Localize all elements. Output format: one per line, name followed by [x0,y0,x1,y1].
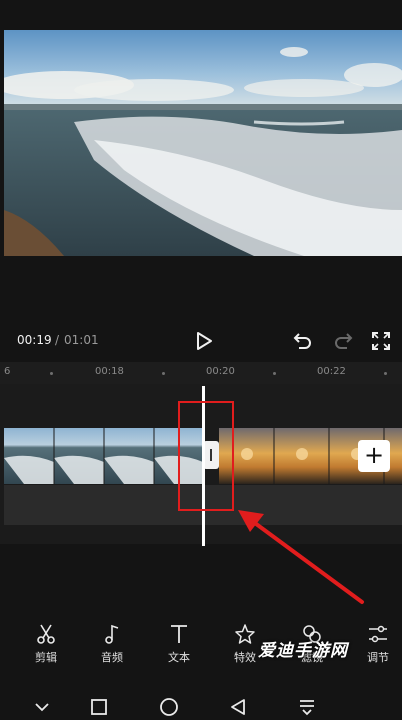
ruler-dot [273,372,276,375]
tool-label: 剪辑 [35,651,57,664]
play-button[interactable] [191,328,217,354]
ruler-tick: 00:20 [206,366,235,377]
tool-label: 音频 [101,651,123,664]
annotation-highlight-box [178,401,234,511]
ruler-dot [50,372,53,375]
nav-home-button[interactable] [158,696,180,718]
undo-icon [293,333,311,349]
clip-thumbnails-sea [4,428,203,484]
watermark-text: 爱迪手游网 [258,641,348,661]
annotation-arrow-icon [238,510,364,604]
system-nav-bar [0,692,402,720]
nav-collapse-button[interactable] [31,696,53,718]
undo-button[interactable] [290,328,316,354]
ruler-tick: 00:22 [317,366,346,377]
back-triangle-icon [231,699,245,715]
nav-back-button[interactable] [227,696,249,718]
menu-down-icon [300,700,314,716]
tool-label: 文本 [168,651,190,664]
sliders-icon [369,625,387,643]
preview-image [4,30,402,256]
playback-bar: 00:19 / 01:01 [0,326,402,356]
ruler-dot [162,372,165,375]
timeline-ruler[interactable]: 6 00:18 00:20 00:22 [0,362,402,384]
ruler-tick: 6 [4,366,11,377]
fullscreen-icon [372,332,390,350]
redo-button[interactable] [330,328,356,354]
text-icon [171,625,187,643]
tool-cut[interactable]: 剪辑 [21,620,71,670]
square-icon [91,699,107,715]
circle-icon [160,698,178,716]
time-separator: / [55,333,60,347]
nav-recents-button[interactable] [88,696,110,718]
tool-audio[interactable]: 音频 [87,620,137,670]
redo-icon [335,333,353,349]
tool-adjust[interactable]: 调节 [353,620,402,670]
current-time: 00:19 [17,333,52,347]
fullscreen-button[interactable] [368,328,394,354]
ruler-dot [384,372,387,375]
tool-text[interactable]: 文本 [154,620,204,670]
music-note-icon [105,624,119,644]
sparkle-star-icon [235,624,255,644]
tool-label: 调节 [367,651,389,664]
add-clip-button[interactable]: + [358,440,390,472]
total-time: 01:01 [64,333,99,347]
video-clip-sea[interactable] [4,428,203,484]
video-preview[interactable] [4,30,402,256]
scissors-icon [37,624,55,644]
chevron-down-icon [35,703,49,712]
play-icon [197,332,212,350]
nav-menu-button[interactable] [296,696,318,718]
ruler-tick: 00:18 [95,366,124,377]
